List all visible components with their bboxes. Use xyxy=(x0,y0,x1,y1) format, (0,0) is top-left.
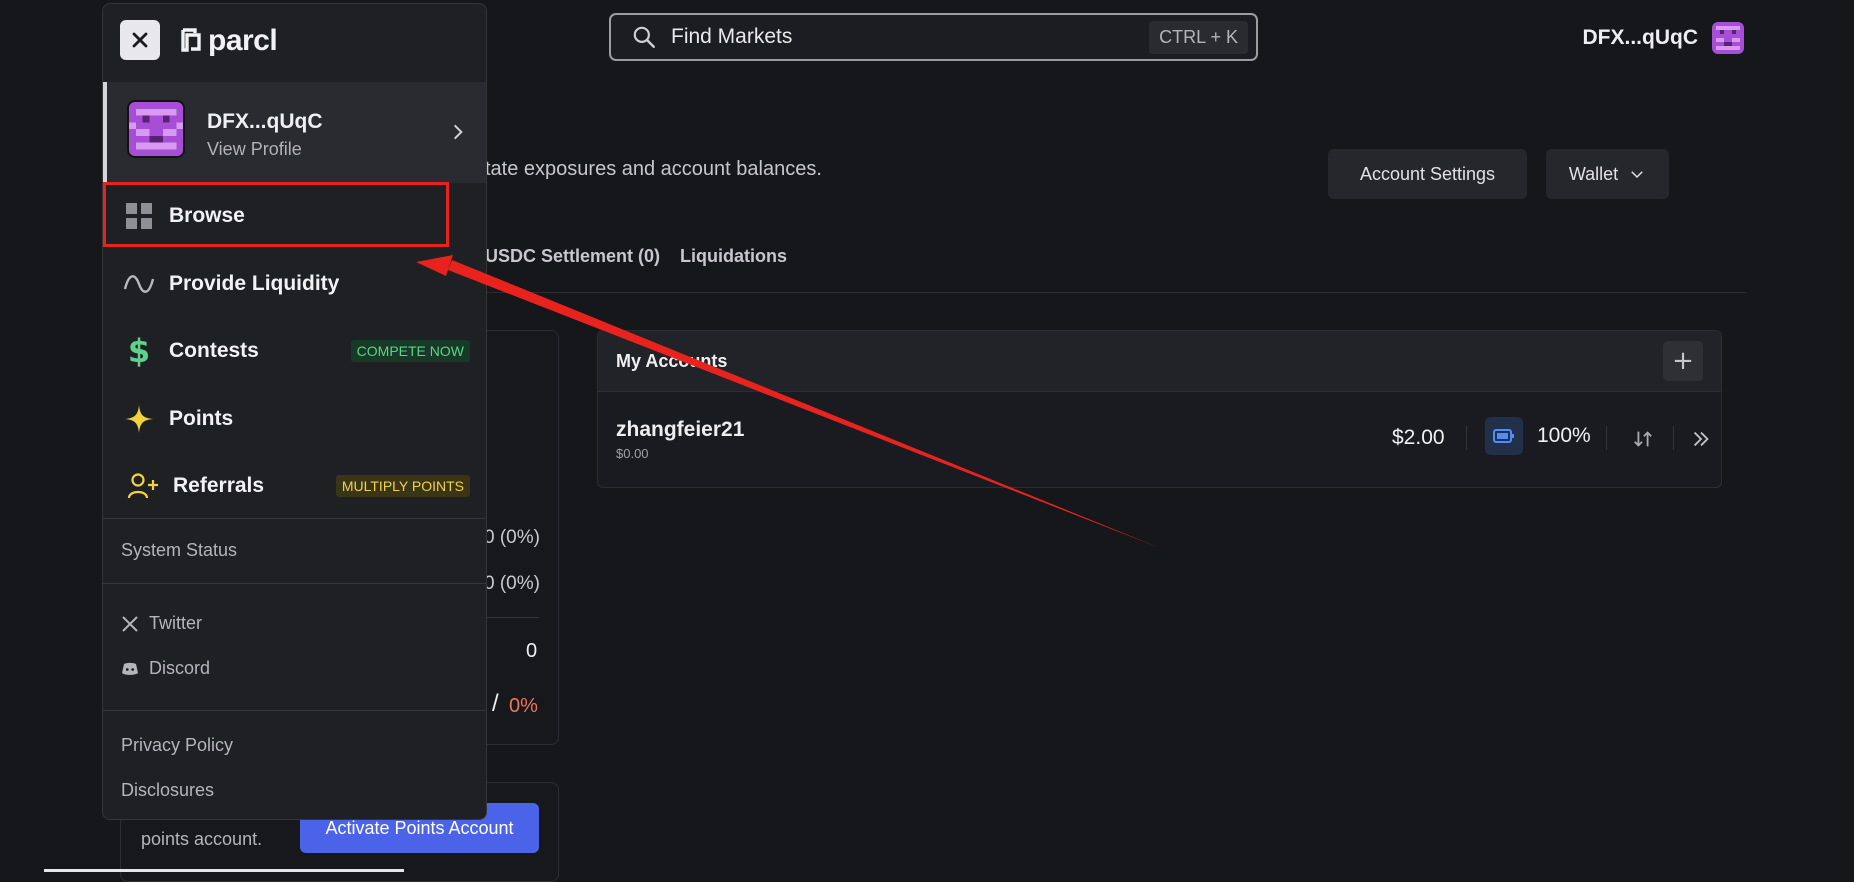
battery-icon xyxy=(1485,417,1523,455)
account-tabs: USDC Settlement (0) Liquidations xyxy=(485,246,787,267)
row-separator xyxy=(1606,426,1607,450)
tab-usdc-settlement[interactable]: USDC Settlement (0) xyxy=(485,246,660,267)
points-panel-text: points account. xyxy=(141,829,263,849)
menu-divider xyxy=(103,518,486,519)
side-menu: parcl DFX...qUqC View Profile Browse Pro… xyxy=(102,3,487,820)
profile-name: DFX...qUqC xyxy=(207,110,323,133)
profile-avatar-icon xyxy=(127,100,185,158)
menu-item-provide-liquidity[interactable]: Provide Liquidity xyxy=(103,254,486,314)
my-accounts-panel: My Accounts + zhangfeier21 $0.00 $2.00 1… xyxy=(597,330,1722,488)
twitter-link[interactable]: Twitter xyxy=(121,613,202,634)
profile-card[interactable]: DFX...qUqC View Profile xyxy=(103,82,486,183)
menu-divider xyxy=(103,583,486,584)
search-icon xyxy=(633,26,655,48)
add-account-button[interactable]: + xyxy=(1663,341,1703,381)
menu-item-label: Points xyxy=(169,407,234,430)
account-sub-balance: $0.00 xyxy=(616,446,649,461)
row-separator xyxy=(1466,426,1467,450)
menu-item-referrals[interactable]: Referrals MULTIPLY POINTS xyxy=(103,456,486,516)
account-balance: $2.00 xyxy=(1392,426,1445,449)
browse-highlight-box xyxy=(103,182,449,247)
stat-pct: 0% xyxy=(509,695,538,717)
compete-now-badge: COMPETE NOW xyxy=(350,340,470,362)
double-chevron-right-icon[interactable] xyxy=(1684,422,1718,456)
close-menu-button[interactable] xyxy=(120,20,160,60)
twitter-label: Twitter xyxy=(149,613,203,633)
view-profile-link[interactable]: View Profile xyxy=(207,139,302,160)
system-status-link[interactable]: System Status xyxy=(121,540,237,561)
tabs-divider xyxy=(485,292,1746,293)
logo-text: parcl xyxy=(208,24,278,57)
top-user-name: DFX...qUqC xyxy=(1582,26,1699,49)
menu-item-points[interactable]: Points xyxy=(103,389,486,449)
sparkle-icon xyxy=(121,401,157,437)
disclosures-link[interactable]: Disclosures xyxy=(121,780,214,801)
parcl-logo-icon xyxy=(181,28,201,52)
menu-item-label: Contests xyxy=(169,339,259,362)
stat-value-1: 0 (0%) xyxy=(484,527,540,548)
account-row[interactable]: zhangfeier21 $0.00 $2.00 100% xyxy=(598,392,1721,487)
chevron-right-icon xyxy=(453,124,463,140)
multiply-points-badge: MULTIPLY POINTS xyxy=(335,475,470,497)
menu-item-label: Provide Liquidity xyxy=(169,272,340,295)
chevron-down-icon xyxy=(1631,171,1643,179)
account-name: zhangfeier21 xyxy=(616,418,745,441)
search-shortcut: CTRL + K xyxy=(1149,20,1248,54)
menu-item-label: Referrals xyxy=(173,474,265,497)
discord-icon xyxy=(122,662,138,675)
stat-value-3: 0 xyxy=(526,640,538,662)
wallet-label: Wallet xyxy=(1568,163,1619,184)
top-user-menu[interactable]: DFX...qUqC xyxy=(1582,22,1744,54)
user-plus-icon xyxy=(125,468,161,504)
account-health: 100% xyxy=(1485,417,1591,455)
tab-liquidations[interactable]: Liquidations xyxy=(680,246,787,267)
stats-divider xyxy=(487,617,539,618)
dollar-icon: $ xyxy=(127,332,151,370)
wallet-button[interactable]: Wallet xyxy=(1546,149,1669,199)
transfer-arrows-icon[interactable] xyxy=(1626,422,1660,456)
close-icon xyxy=(132,32,148,48)
stat-separator: / xyxy=(492,690,499,717)
search-bar[interactable]: CTRL + K xyxy=(609,13,1258,61)
menu-divider xyxy=(103,710,486,711)
discord-label: Discord xyxy=(149,658,211,678)
top-avatar-icon xyxy=(1712,22,1744,54)
privacy-policy-link[interactable]: Privacy Policy xyxy=(121,735,233,756)
row-separator xyxy=(1673,426,1674,450)
menu-item-contests[interactable]: $ Contests COMPETE NOW xyxy=(103,321,486,381)
search-input[interactable] xyxy=(671,25,1150,49)
account-settings-button[interactable]: Account Settings xyxy=(1328,149,1527,199)
page-subtitle: tate exposures and account balances. xyxy=(485,158,822,180)
my-accounts-title: My Accounts xyxy=(616,350,728,371)
account-health-pct: 100% xyxy=(1537,424,1591,447)
discord-link[interactable]: Discord xyxy=(121,658,210,679)
parcl-logo[interactable]: parcl xyxy=(181,24,278,58)
x-logo-icon xyxy=(122,615,138,632)
my-accounts-header: My Accounts + xyxy=(598,331,1721,392)
wave-icon xyxy=(121,266,157,302)
stat-value-2: 0 (0%) xyxy=(484,573,540,594)
